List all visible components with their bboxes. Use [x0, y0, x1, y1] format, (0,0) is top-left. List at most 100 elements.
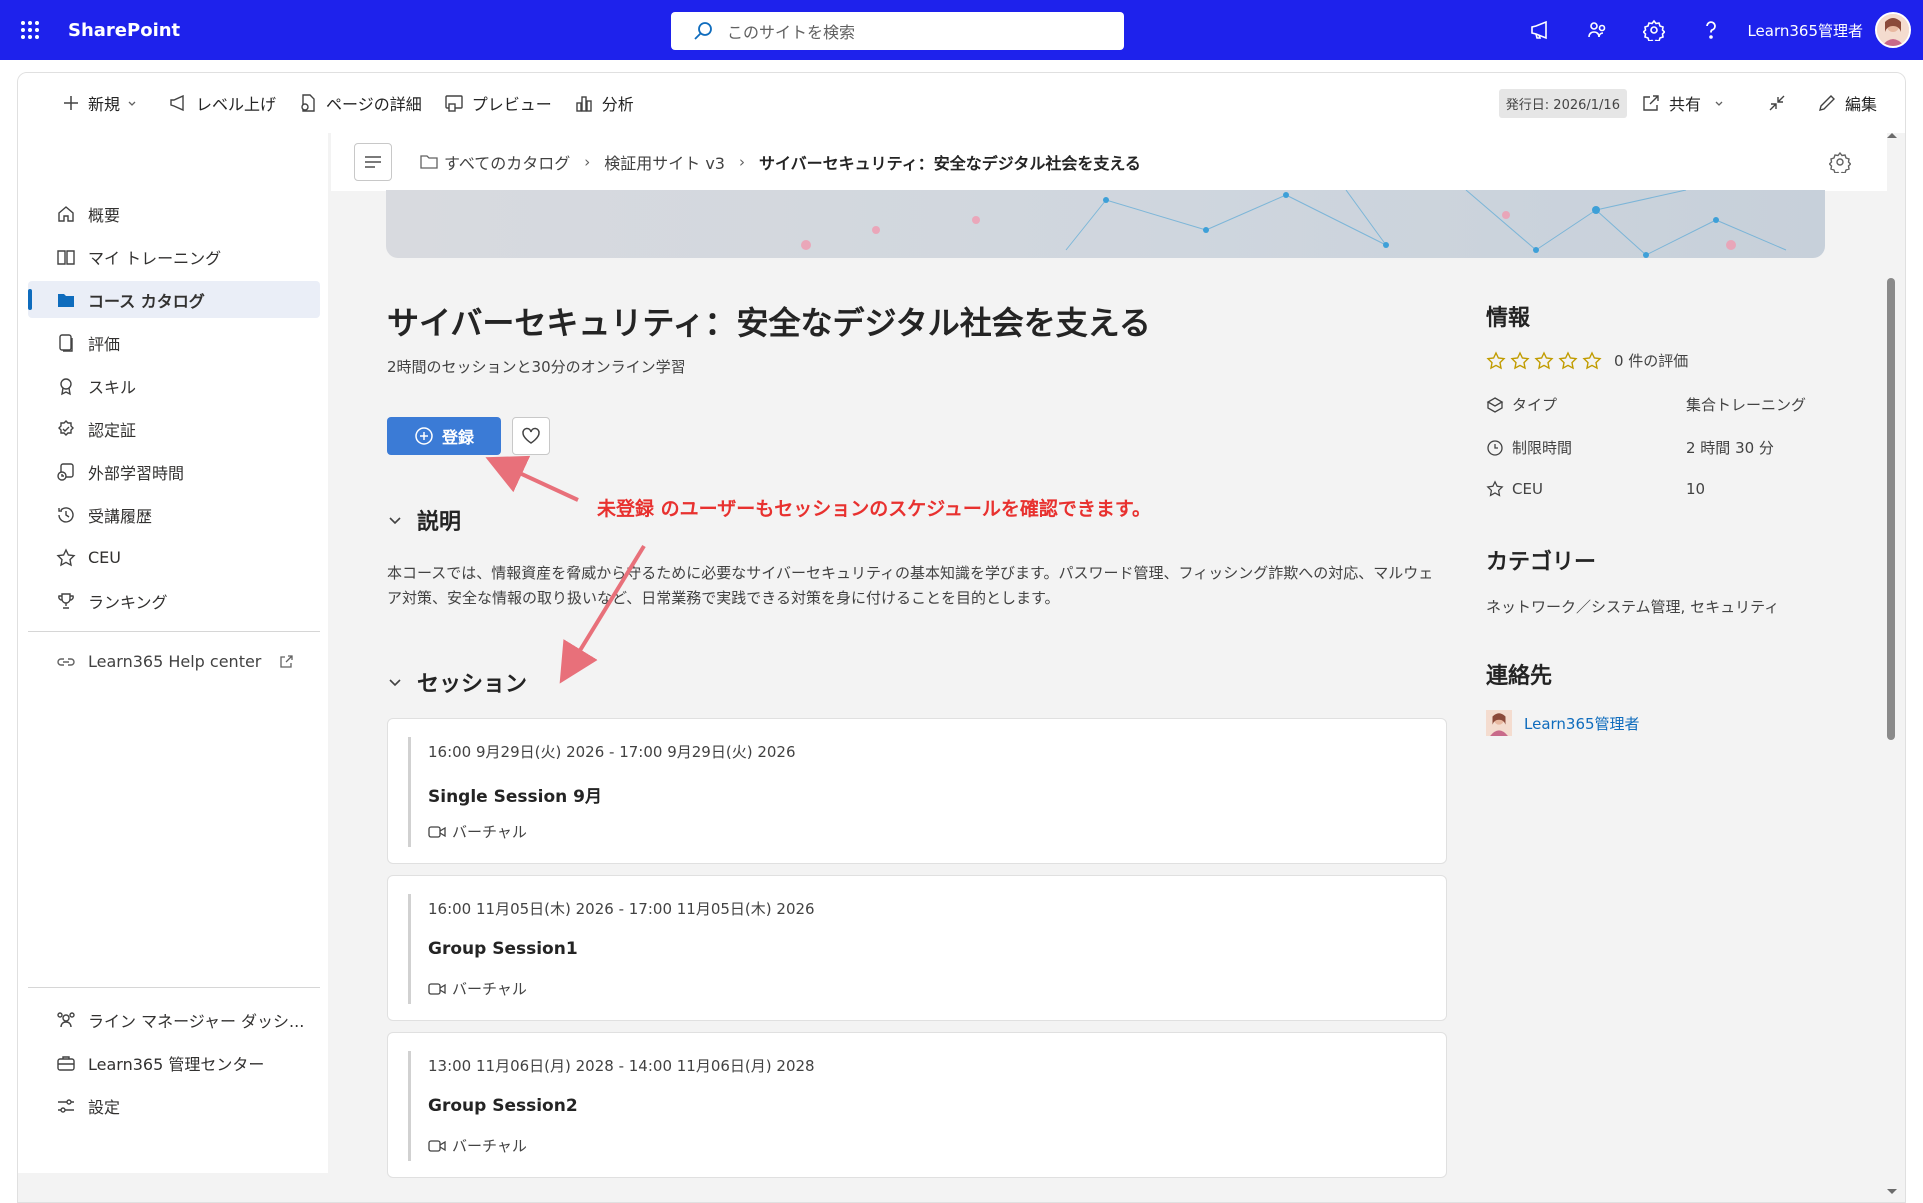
chevron-right-icon: › [584, 153, 591, 171]
nav-item-overview[interactable]: 概要 [28, 195, 320, 232]
share-button[interactable]: 共有 [1641, 83, 1733, 123]
chevron-down-icon [389, 517, 401, 525]
enroll-button[interactable]: 登録 [387, 417, 501, 455]
star-outline-icon [1534, 350, 1554, 369]
nav-item-my-training[interactable]: マイ トレーニング [28, 238, 320, 275]
description-section-header[interactable]: 説明 [387, 504, 461, 536]
search-icon [694, 22, 712, 40]
clock-icon [1487, 439, 1503, 456]
page-scrollbar[interactable] [1878, 128, 1906, 1203]
nav-item-evaluation[interactable]: 評価 [28, 324, 320, 361]
help-icon[interactable] [1682, 0, 1739, 60]
info-ceu-value: 10 [1686, 480, 1706, 498]
megaphone-icon[interactable] [1511, 0, 1568, 60]
hamburger-icon [365, 156, 381, 168]
preview-label: プレビュー [471, 95, 552, 114]
user-name[interactable]: Learn365管理者 [1747, 20, 1863, 41]
chevron-down-icon [128, 101, 136, 106]
document-icon [59, 333, 73, 352]
nav-item-history[interactable]: 受講履歴 [28, 496, 320, 533]
breadcrumb-all-catalogs[interactable]: すべてのカタログ [420, 150, 570, 174]
breadcrumb-label: 検証用サイト v3 [604, 154, 725, 173]
nav-item-ceu[interactable]: CEU [28, 539, 320, 576]
share-label: 共有 [1668, 95, 1701, 114]
search-box[interactable]: このサイトを検索 [671, 12, 1124, 50]
chevron-right-icon: › [739, 153, 745, 171]
collapse-button[interactable] [1767, 83, 1795, 123]
share-network-icon[interactable] [1568, 0, 1625, 60]
user-avatar[interactable] [1875, 12, 1911, 48]
published-date: 発行日: 2026/1/16 [1498, 88, 1627, 118]
edit-button[interactable]: 編集 [1817, 83, 1877, 123]
app-name[interactable]: SharePoint [68, 20, 180, 41]
session-name: Group Session1 [428, 939, 578, 959]
session-name: Group Session2 [428, 1096, 578, 1116]
nav-label: Learn365 Help center [88, 652, 262, 671]
info-ceu-label-wrap: CEU [1486, 480, 1686, 498]
session-card[interactable]: 16:00 9月29日(火) 2026 - 17:00 9月29日(火) 202… [387, 718, 1447, 864]
analytics-button[interactable]: 分析 [574, 83, 634, 123]
info-ceu-label: CEU [1512, 480, 1543, 498]
rating-stars[interactable]: 0 件の評価 [1486, 350, 1688, 371]
nav-item-ranking[interactable]: ランキング [28, 582, 320, 619]
nav-label: 受講履歴 [88, 506, 153, 526]
breadcrumb-site[interactable]: 検証用サイト v3 [604, 150, 725, 174]
breadcrumb-label: すべてのカタログ [444, 154, 571, 173]
video-camera-icon [428, 1139, 446, 1152]
session-time: 16:00 11月05日(木) 2026 - 17:00 11月05日(木) 2… [428, 900, 815, 918]
app-launcher-icon[interactable] [0, 0, 60, 60]
scroll-thumb[interactable] [1887, 278, 1895, 740]
nav-label: Learn365 管理センター [88, 1054, 265, 1074]
history-icon [58, 506, 74, 523]
share-icon [1643, 95, 1659, 111]
level-up-label: レベル上げ [196, 95, 277, 114]
enroll-label: 登録 [441, 428, 474, 447]
session-card[interactable]: 16:00 11月05日(木) 2026 - 17:00 11月05日(木) 2… [387, 875, 1447, 1021]
nav-item-external-learning[interactable]: 外部学習時間 [28, 453, 320, 490]
nav-label: マイ トレーニング [88, 248, 222, 268]
session-mode-label: バーチャル [452, 823, 527, 841]
open-external-icon [280, 654, 293, 668]
page-details-button[interactable]: ページの詳細 [298, 83, 422, 123]
nav-item-help-center[interactable]: Learn365 Help center [28, 643, 320, 680]
menu-toggle-button[interactable] [354, 143, 392, 181]
nav-item-certificates[interactable]: 認定証 [28, 410, 320, 447]
session-mode: バーチャル [428, 1135, 527, 1156]
nav-item-course-catalog[interactable]: コース カタログ [28, 281, 320, 318]
nav-label: ライン マネージャー ダッシ... [88, 1011, 305, 1031]
star-outline-icon [1582, 350, 1602, 369]
settings-gear-icon[interactable] [1625, 0, 1682, 60]
info-type-label-wrap: タイプ [1486, 394, 1686, 415]
home-icon [58, 205, 74, 222]
nav-label: スキル [88, 377, 137, 397]
annotation-callout: 未登録 のユーザーもセッションのスケジュールを確認できます。 [597, 498, 1152, 520]
star-icon [1486, 480, 1504, 497]
favorite-button[interactable] [512, 417, 550, 455]
contact-heading: 連絡先 [1486, 664, 1553, 689]
session-card[interactable]: 13:00 11月06日(月) 2028 - 14:00 11月06日(月) 2… [387, 1032, 1447, 1178]
chevron-down-icon [1715, 101, 1723, 106]
level-up-button[interactable]: レベル上げ [168, 83, 276, 123]
nav-item-line-manager[interactable]: ライン マネージャー ダッシ... [28, 1001, 320, 1038]
page-settings-icon[interactable] [1828, 151, 1852, 177]
nav-item-admin-center[interactable]: Learn365 管理センター [28, 1044, 320, 1081]
collapse-icon [1769, 95, 1785, 111]
sliders-icon [58, 1098, 74, 1113]
info-heading: 情報 [1486, 306, 1531, 331]
preview-button[interactable]: プレビュー [444, 83, 552, 123]
sessions-section-header[interactable]: セッション [387, 666, 527, 698]
nav-item-skills[interactable]: スキル [28, 367, 320, 404]
session-accent-bar [408, 1051, 411, 1161]
certificate-icon [58, 419, 74, 436]
contact-person[interactable]: Learn365管理者 [1486, 710, 1640, 736]
info-type-label: タイプ [1512, 396, 1558, 414]
info-type-value: 集合トレーニング [1686, 396, 1807, 414]
new-button[interactable]: 新規 [62, 83, 146, 123]
star-outline-icon [1486, 350, 1506, 369]
nav-item-settings[interactable]: 設定 [28, 1087, 320, 1124]
book-icon [57, 249, 75, 265]
edit-label: 編集 [1844, 95, 1877, 114]
nav-label: 概要 [88, 205, 121, 225]
megaphone-icon [170, 94, 184, 112]
scroll-up-icon [1887, 133, 1897, 138]
